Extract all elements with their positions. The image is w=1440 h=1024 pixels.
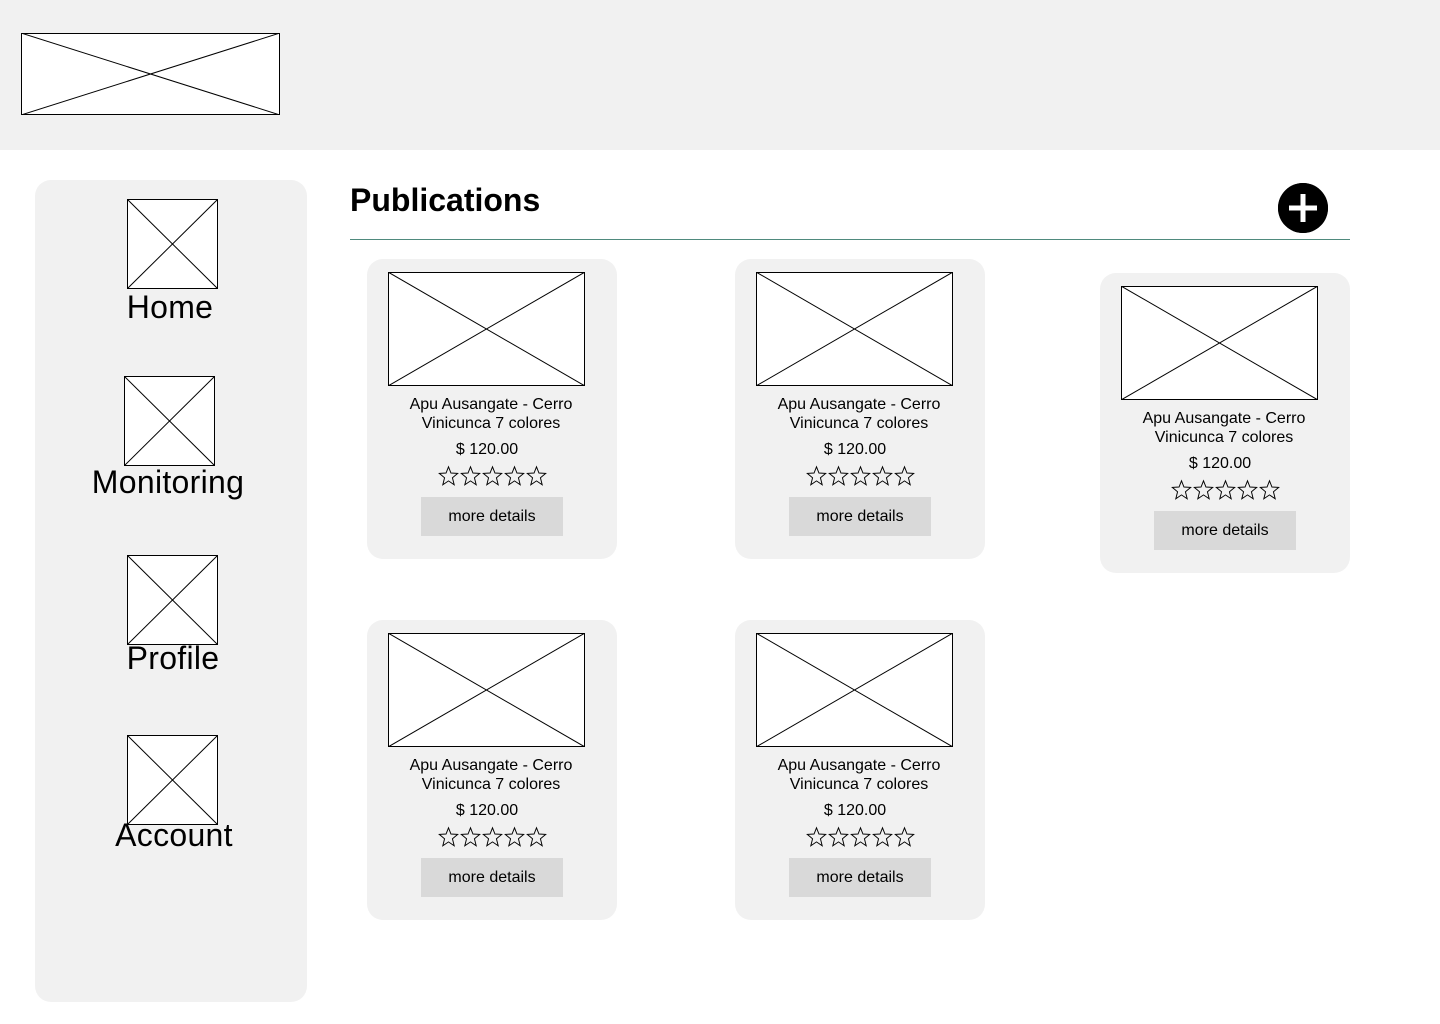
more-details-button[interactable]: more details (789, 858, 931, 897)
logo-image-placeholder-icon (21, 33, 280, 115)
image-placeholder-icon (127, 735, 218, 825)
publication-card: Apu Ausangate - Cerro Vinicunca 7 colore… (1100, 273, 1350, 573)
sidebar-item-label: Account (115, 817, 233, 853)
star-icon[interactable] (1192, 479, 1214, 501)
add-publication-button[interactable] (1278, 183, 1328, 233)
star-rating[interactable] (1100, 479, 1350, 513)
star-icon[interactable] (503, 826, 525, 848)
more-details-button[interactable]: more details (421, 858, 563, 897)
star-icon[interactable] (459, 826, 481, 848)
star-icon[interactable] (827, 826, 849, 848)
sidebar-item-account[interactable]: Account (35, 735, 307, 859)
star-icon[interactable] (437, 826, 459, 848)
star-icon[interactable] (871, 465, 893, 487)
star-icon[interactable] (437, 465, 459, 487)
star-icon[interactable] (481, 826, 503, 848)
publication-card: Apu Ausangate - Cerro Vinicunca 7 colore… (735, 620, 985, 920)
publication-title-line: Vinicunca 7 colores (1154, 429, 1294, 446)
page-title: Publications (350, 182, 541, 218)
publication-price: $ 120.00 (455, 802, 519, 819)
publication-price: $ 120.00 (1188, 455, 1252, 472)
publication-title-line: Apu Ausangate - Cerro (409, 396, 573, 413)
publication-price: $ 120.00 (823, 441, 887, 458)
publication-title: Apu Ausangate - Cerro Vinicunca 7 colore… (735, 395, 983, 433)
image-placeholder-icon (127, 199, 218, 289)
publication-title-line: Vinicunca 7 colores (421, 415, 561, 432)
star-icon[interactable] (525, 826, 547, 848)
publication-title-line: Vinicunca 7 colores (789, 415, 929, 432)
star-icon[interactable] (805, 465, 827, 487)
sidebar-item-home[interactable]: Home (35, 199, 307, 325)
star-icon[interactable] (1236, 479, 1258, 501)
publication-title-line: Apu Ausangate - Cerro (777, 757, 941, 774)
star-rating[interactable] (367, 826, 617, 860)
star-icon[interactable] (871, 826, 893, 848)
star-rating[interactable] (735, 465, 985, 499)
star-icon[interactable] (1170, 479, 1192, 501)
publication-title: Apu Ausangate - Cerro Vinicunca 7 colore… (735, 756, 983, 794)
more-details-button[interactable]: more details (789, 497, 931, 536)
more-details-button[interactable]: more details (1154, 511, 1296, 550)
star-rating[interactable] (367, 465, 617, 499)
image-placeholder-icon (388, 633, 585, 747)
star-icon[interactable] (525, 465, 547, 487)
publication-card: Apu Ausangate - Cerro Vinicunca 7 colore… (367, 620, 617, 920)
image-placeholder-icon (756, 272, 953, 386)
publication-card: Apu Ausangate - Cerro Vinicunca 7 colore… (367, 259, 617, 559)
star-icon[interactable] (805, 826, 827, 848)
star-icon[interactable] (893, 826, 915, 848)
image-placeholder-icon (388, 272, 585, 386)
publication-title-line: Apu Ausangate - Cerro (1142, 410, 1306, 427)
publication-title-line: Apu Ausangate - Cerro (409, 757, 573, 774)
star-icon[interactable] (503, 465, 525, 487)
star-rating[interactable] (735, 826, 985, 860)
publication-title: Apu Ausangate - Cerro Vinicunca 7 colore… (367, 395, 615, 433)
header (0, 0, 1440, 150)
publication-title-line: Apu Ausangate - Cerro (777, 396, 941, 413)
star-icon[interactable] (849, 826, 871, 848)
publication-price: $ 120.00 (455, 441, 519, 458)
publication-title-line: Vinicunca 7 colores (421, 776, 561, 793)
plus-circle-icon (1278, 183, 1328, 233)
publication-title: Apu Ausangate - Cerro Vinicunca 7 colore… (1100, 409, 1348, 447)
title-divider (350, 239, 1350, 240)
image-placeholder-icon (756, 633, 953, 747)
publication-title: Apu Ausangate - Cerro Vinicunca 7 colore… (367, 756, 615, 794)
sidebar-item-label: Monitoring (91, 464, 245, 500)
publication-price: $ 120.00 (823, 802, 887, 819)
star-icon[interactable] (1214, 479, 1236, 501)
publication-title-line: Vinicunca 7 colores (789, 776, 929, 793)
sidebar-item-label: Profile (126, 640, 220, 676)
star-icon[interactable] (893, 465, 915, 487)
publication-card: Apu Ausangate - Cerro Vinicunca 7 colore… (735, 259, 985, 559)
sidebar: Home Monitoring Profile Account (35, 180, 307, 1002)
image-placeholder-icon (127, 555, 218, 645)
image-placeholder-icon (124, 376, 215, 466)
star-icon[interactable] (481, 465, 503, 487)
sidebar-item-monitoring[interactable]: Monitoring (35, 376, 307, 500)
star-icon[interactable] (459, 465, 481, 487)
sidebar-item-profile[interactable]: Profile (35, 555, 307, 679)
star-icon[interactable] (827, 465, 849, 487)
image-placeholder-icon (1121, 286, 1318, 400)
star-icon[interactable] (1258, 479, 1280, 501)
sidebar-item-label: Home (126, 289, 214, 325)
star-icon[interactable] (849, 465, 871, 487)
more-details-button[interactable]: more details (421, 497, 563, 536)
